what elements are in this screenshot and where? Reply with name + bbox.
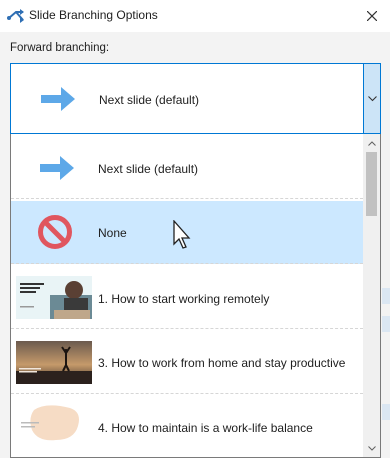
option-next-slide[interactable]: Next slide (default) xyxy=(11,136,363,199)
title-bar: Slide Branching Options xyxy=(0,0,390,32)
close-icon xyxy=(367,11,377,21)
option-label: Next slide (default) xyxy=(98,162,199,176)
option-label: 1. How to start working remotely xyxy=(98,292,270,306)
right-arrow-icon xyxy=(40,156,74,180)
slide-thumbnail xyxy=(16,276,92,319)
background-edge xyxy=(382,404,390,420)
branching-icon xyxy=(7,9,24,23)
background-edge xyxy=(382,288,390,304)
slide-branching-dialog: Slide Branching Options Forward branchin… xyxy=(0,0,390,458)
mouse-cursor-icon xyxy=(173,220,191,249)
options-scrollbar[interactable] xyxy=(363,134,380,457)
slide-thumbnail xyxy=(16,341,92,384)
combobox-selected-value: Next slide (default) xyxy=(99,93,200,107)
option-label: None xyxy=(98,226,127,240)
chevron-up-icon xyxy=(367,140,376,146)
forward-branching-combobox[interactable]: Next slide (default) xyxy=(10,63,381,134)
option-slide-3[interactable]: 3. How to work from home and stay produc… xyxy=(11,331,363,394)
dropdown-button[interactable] xyxy=(363,64,380,133)
chevron-down-icon xyxy=(367,445,376,451)
option-label: 3. How to work from home and stay produc… xyxy=(98,356,346,370)
close-button[interactable] xyxy=(360,5,384,27)
no-entry-icon xyxy=(38,215,72,249)
option-slide-4[interactable]: 4. How to maintain is a work-life balanc… xyxy=(11,396,363,457)
scroll-down-button[interactable] xyxy=(363,441,380,455)
right-arrow-icon xyxy=(41,87,75,111)
scroll-up-button[interactable] xyxy=(363,136,380,150)
chevron-down-icon xyxy=(367,95,377,101)
slide-thumbnail xyxy=(16,404,92,447)
window-title: Slide Branching Options xyxy=(29,8,158,22)
forward-branching-label: Forward branching: xyxy=(10,42,110,54)
option-label: 4. How to maintain is a work-life balanc… xyxy=(98,421,313,435)
background-edge xyxy=(382,316,390,332)
options-list: Next slide (default) None 1. How to star… xyxy=(10,134,381,458)
option-slide-1[interactable]: 1. How to start working remotely xyxy=(11,266,363,329)
scroll-thumb[interactable] xyxy=(366,152,377,216)
